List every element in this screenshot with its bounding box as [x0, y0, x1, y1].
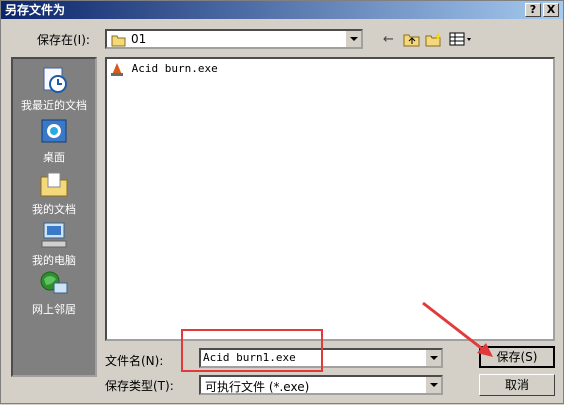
annotation-arrow — [422, 301, 493, 357]
save-as-dialog: 另存文件为 ? X 保存在(I): 01 ← 我最近的文档 桌面 我的文档 我的… — [0, 0, 564, 404]
